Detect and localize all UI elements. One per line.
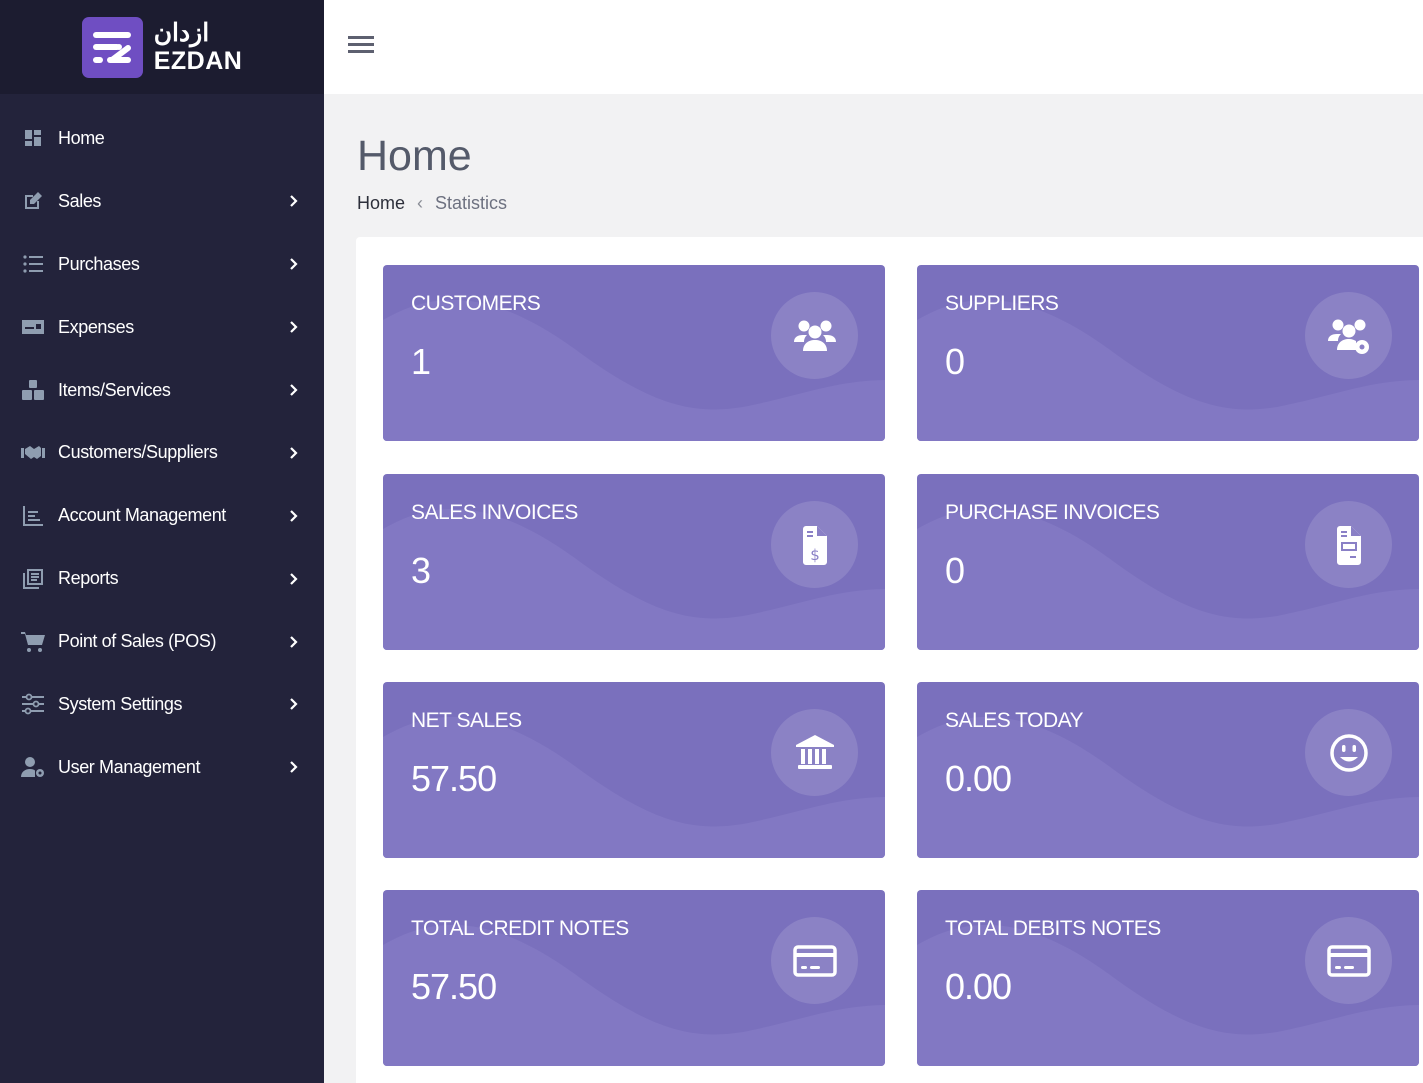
sidebar-item-label: Customers/Suppliers — [58, 442, 218, 463]
stat-card-net-sales[interactable]: NET SALES 57.50 — [383, 682, 885, 858]
stat-card-value: 3 — [411, 550, 431, 591]
brand-english-name: EZDAN — [153, 46, 243, 75]
stat-card-total-credit-notes[interactable]: TOTAL CREDIT NOTES 57.50 — [383, 890, 885, 1066]
credit-card-icon — [771, 917, 858, 1004]
handshake-icon — [20, 441, 46, 465]
stat-card-value: 0 — [945, 341, 965, 382]
chevron-right-icon — [288, 257, 300, 271]
chevron-right-icon — [288, 194, 300, 208]
chevron-right-icon — [288, 760, 300, 774]
sidebar-item-pos[interactable]: Point of Sales (POS) — [0, 610, 324, 673]
sidebar-item-label: Home — [58, 127, 105, 148]
stat-card-value: 0 — [945, 550, 965, 591]
boxes-icon — [20, 378, 46, 402]
stat-card-value: 57.50 — [411, 758, 497, 799]
user-gear-icon — [20, 755, 46, 779]
chevron-right-icon — [288, 635, 300, 649]
users-icon — [771, 292, 858, 379]
edit-icon — [20, 189, 46, 213]
sliders-icon — [20, 692, 46, 716]
sidebar-item-label: Reports — [58, 568, 119, 589]
sidebar-item-label: User Management — [58, 756, 201, 777]
statistics-panel: CUSTOMERS 1 SUPPLIERS 0 SALES INVOICES 3… — [356, 237, 1423, 1083]
stat-card-title: PURCHASE INVOICES — [945, 501, 1160, 524]
sidebar-item-label: Point of Sales (POS) — [58, 631, 217, 652]
top-bar — [324, 0, 1423, 94]
stat-card-value: 0.00 — [945, 966, 1012, 1007]
sidebar-item-sales[interactable]: Sales — [0, 170, 324, 233]
stat-card-title: SALES INVOICES — [411, 501, 578, 524]
logo-icon[interactable] — [81, 16, 143, 78]
stat-card-suppliers[interactable]: SUPPLIERS 0 — [917, 265, 1419, 441]
sidebar-item-label: Purchases — [58, 253, 140, 274]
stat-card-title: NET SALES — [411, 709, 522, 732]
invoice-dollar-icon: $ — [771, 501, 858, 588]
brand-header: ازدان EZDAN — [0, 0, 324, 94]
id-card-icon — [20, 315, 46, 339]
stat-card-total-debits-notes[interactable]: TOTAL DEBITS NOTES 0.00 — [917, 890, 1419, 1066]
chevron-right-icon — [288, 320, 300, 334]
stat-card-customers[interactable]: CUSTOMERS 1 — [383, 265, 885, 441]
stat-card-value: 57.50 — [411, 966, 497, 1007]
credit-card-icon — [1305, 917, 1392, 1004]
stat-card-title: CUSTOMERS — [411, 292, 541, 315]
breadcrumb-home-link[interactable]: Home — [357, 193, 405, 214]
stat-card-value: 0.00 — [945, 758, 1012, 799]
sidebar: ازدان EZDAN Home Sales Purchases Expense… — [0, 0, 324, 1083]
stat-card-title: SUPPLIERS — [945, 292, 1059, 315]
bank-icon — [771, 709, 858, 796]
sidebar-item-label: Sales — [58, 190, 102, 211]
sidebar-nav: Home Sales Purchases Expenses Items/Serv… — [0, 94, 324, 799]
stat-card-purchase-invoices[interactable]: PURCHASE INVOICES 0 — [917, 474, 1419, 650]
hamburger-icon[interactable] — [348, 36, 374, 56]
main-content: Home Home ‹ Statistics CUSTOMERS 1 SUPPL… — [324, 94, 1423, 1083]
page-title: Home — [357, 132, 472, 180]
sidebar-item-label: System Settings — [58, 693, 183, 714]
stat-card-title: SALES TODAY — [945, 709, 1084, 732]
list-icon — [20, 252, 46, 276]
sidebar-item-reports[interactable]: Reports — [0, 547, 324, 610]
users-gear-icon — [1305, 292, 1392, 379]
sidebar-item-label: Account Management — [58, 505, 226, 526]
sidebar-item-label: Expenses — [58, 316, 134, 337]
invoice-icon — [1305, 501, 1392, 588]
sidebar-item-home[interactable]: Home — [0, 107, 324, 170]
chevron-right-icon — [288, 446, 300, 460]
stat-card-title: TOTAL DEBITS NOTES — [945, 917, 1161, 940]
chevron-right-icon — [288, 509, 300, 523]
stat-card-title: TOTAL CREDIT NOTES — [411, 917, 629, 940]
svg-text:$: $ — [810, 546, 820, 564]
chevron-right-icon — [288, 383, 300, 397]
sidebar-item-purchases[interactable]: Purchases — [0, 233, 324, 296]
smile-icon — [1305, 709, 1392, 796]
dashboard-icon — [20, 126, 46, 150]
chevron-right-icon — [288, 572, 300, 586]
breadcrumb-current: Statistics — [435, 193, 508, 213]
chart-lines-icon — [20, 504, 46, 528]
brand-name: ازدان EZDAN — [153, 18, 243, 75]
stat-card-sales-today[interactable]: SALES TODAY 0.00 — [917, 682, 1419, 858]
sidebar-item-label: Items/Services — [58, 379, 171, 400]
stat-card-value: 1 — [411, 341, 431, 382]
sidebar-item-system-settings[interactable]: System Settings — [0, 673, 324, 736]
stat-card-sales-invoices[interactable]: SALES INVOICES 3 $ — [383, 474, 885, 650]
brand-arabic-name: ازدان — [153, 18, 210, 47]
sidebar-item-account-management[interactable]: Account Management — [0, 484, 324, 547]
breadcrumb: Home ‹ Statistics — [357, 193, 507, 214]
sidebar-item-customers-suppliers[interactable]: Customers/Suppliers — [0, 421, 324, 484]
cart-icon — [20, 630, 46, 654]
chevron-right-icon — [288, 697, 300, 711]
sidebar-item-user-management[interactable]: User Management — [0, 736, 324, 799]
sidebar-item-expenses[interactable]: Expenses — [0, 296, 324, 359]
documents-icon — [20, 567, 46, 591]
sidebar-item-items-services[interactable]: Items/Services — [0, 359, 324, 422]
chevron-left-icon: ‹ — [417, 193, 424, 213]
